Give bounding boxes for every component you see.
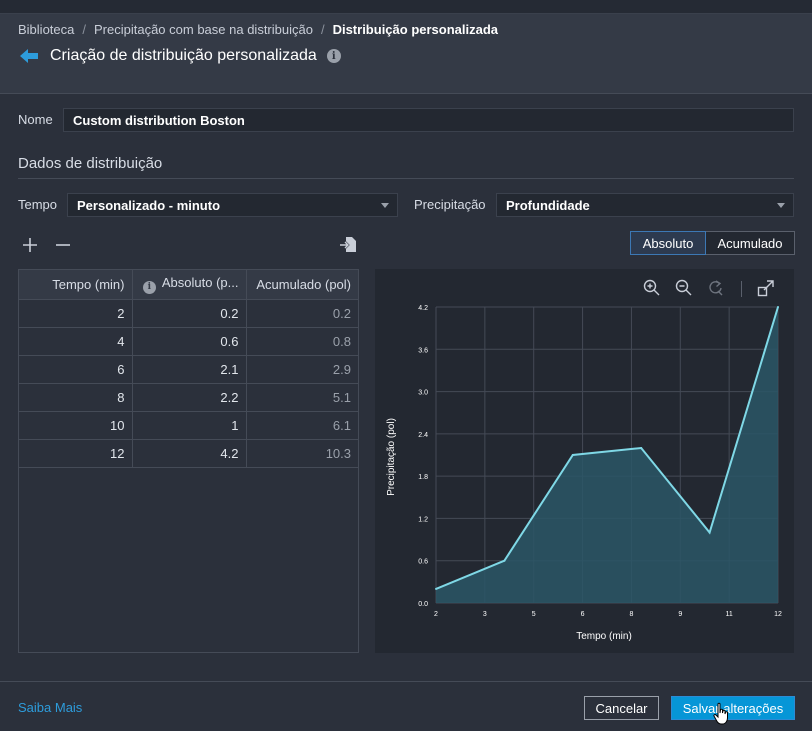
page-title: Criação de distribuição personalizada — [50, 47, 317, 64]
cell-acumulado: 0.2 — [246, 299, 358, 328]
y-tick-label: 3.6 — [418, 347, 428, 354]
cell-tempo[interactable]: 6 — [19, 355, 133, 384]
back-arrow-icon[interactable] — [18, 47, 42, 65]
learn-more-link[interactable]: Saiba Mais — [18, 700, 82, 715]
precipitacao-select[interactable]: Profundidade — [496, 193, 794, 217]
breadcrumb-separator: / — [82, 22, 86, 37]
data-point[interactable] — [708, 531, 711, 534]
table-row[interactable]: 10 1 6.1 — [19, 411, 358, 440]
x-tick-label: 12 — [774, 611, 782, 618]
cell-absoluto[interactable]: 4.2 — [132, 439, 247, 468]
breadcrumb-item-precipitacao[interactable]: Precipitação com base na distribuição — [94, 22, 313, 37]
hand-cursor-icon — [713, 702, 731, 726]
x-tick-label: 6 — [581, 611, 585, 618]
y-tick-label: 0.6 — [418, 559, 428, 566]
cell-tempo[interactable]: 8 — [19, 383, 133, 412]
y-axis-label: Precipitação (pol) — [386, 418, 397, 496]
cell-tempo[interactable]: 4 — [19, 327, 133, 356]
cancel-button[interactable]: Cancelar — [584, 696, 659, 720]
precipitacao-label: Precipitação — [414, 197, 486, 212]
column-header-absoluto-label: Absoluto (p... — [161, 275, 239, 290]
x-tick-label: 2 — [434, 611, 438, 618]
cell-acumulado: 0.8 — [246, 327, 358, 356]
toggle-acumulado[interactable]: Acumulado — [706, 231, 795, 255]
x-axis-label: Tempo (min) — [576, 631, 632, 642]
info-icon[interactable]: i — [142, 280, 156, 294]
title-row: Criação de distribuição personalizada i — [18, 47, 341, 65]
name-label: Nome — [18, 112, 53, 127]
info-icon[interactable]: i — [326, 49, 341, 63]
y-tick-label: 1.2 — [418, 516, 428, 523]
y-tick-label: 2.4 — [418, 432, 428, 439]
table-row[interactable]: 4 0.6 0.8 — [19, 327, 358, 356]
import-icon[interactable] — [340, 236, 356, 252]
table-row[interactable]: 8 2.2 5.1 — [19, 383, 358, 412]
breadcrumb-item-current: Distribuição personalizada — [332, 22, 499, 37]
precipitation-chart: 0.0 0.6 1.2 1.8 2.4 3.0 3.6 4.2 2 3 5 6 8 9 11 12 Preci… — [386, 305, 782, 642]
x-tick-label: 5 — [532, 611, 536, 618]
precipitacao-select-value: Profundidade — [506, 198, 590, 213]
y-tick-label: 3.0 — [418, 390, 428, 397]
breadcrumb-item-biblioteca[interactable]: Biblioteca — [18, 22, 74, 37]
table-row[interactable]: 2 0.2 0.2 — [19, 299, 358, 328]
cell-absoluto[interactable]: 2.1 — [132, 355, 247, 384]
y-tick-label: 0.0 — [418, 601, 428, 608]
add-row-icon[interactable] — [22, 237, 38, 253]
y-tick-label: 1.8 — [418, 474, 428, 481]
tempo-select[interactable]: Personalizado - minuto — [67, 193, 398, 217]
table-header-row: Tempo (min) i Absoluto (p... Acumulado (p… — [19, 270, 358, 300]
toggle-absoluto[interactable]: Absoluto — [630, 231, 706, 255]
table-row[interactable]: 12 4.2 10.3 — [19, 439, 358, 468]
cell-absoluto[interactable]: 1 — [132, 411, 247, 440]
x-tick-label: 9 — [678, 611, 682, 618]
y-tick-label: 4.2 — [418, 305, 428, 312]
mode-toggle: Absoluto Acumulado — [630, 231, 795, 255]
data-point[interactable] — [435, 587, 437, 590]
tempo-select-value: Personalizado - minuto — [77, 198, 221, 213]
cell-absoluto[interactable]: 0.2 — [132, 299, 247, 328]
chevron-down-icon — [777, 203, 785, 208]
section-divider — [18, 178, 794, 179]
table-row[interactable]: 6 2.1 2.9 — [19, 355, 358, 384]
cell-absoluto[interactable]: 0.6 — [132, 327, 247, 356]
x-tick-label: 8 — [629, 611, 633, 618]
column-header-acumulado[interactable]: Acumulado (pol) — [246, 270, 358, 300]
remove-row-icon[interactable] — [55, 237, 71, 253]
column-header-absoluto[interactable]: i Absoluto (p... — [132, 270, 247, 300]
data-point[interactable] — [503, 559, 506, 562]
cell-acumulado: 5.1 — [246, 383, 358, 412]
breadcrumb: Biblioteca / Precipitação com base na dist… — [18, 22, 498, 37]
data-point[interactable] — [571, 454, 574, 456]
save-button[interactable]: Salvar alterações — [671, 696, 795, 720]
section-title: Dados de distribuição — [18, 155, 163, 172]
window-top-edge — [0, 0, 812, 14]
area-fill — [436, 307, 778, 603]
data-point[interactable] — [777, 306, 779, 308]
cell-acumulado: 2.9 — [246, 355, 358, 384]
name-input[interactable]: Custom distribution Boston — [63, 108, 794, 132]
cell-tempo[interactable]: 2 — [19, 299, 133, 328]
cell-acumulado: 6.1 — [246, 411, 358, 440]
distribution-table: Tempo (min) i Absoluto (p... Acumulado (p… — [18, 269, 359, 653]
cell-tempo[interactable]: 10 — [19, 411, 133, 440]
chart-panel: 0.0 0.6 1.2 1.8 2.4 3.0 3.6 4.2 2 3 5 6 8 9 11 12 Preci… — [375, 269, 794, 653]
data-point[interactable] — [640, 446, 643, 449]
cell-acumulado: 10.3 — [246, 439, 358, 468]
x-tick-label: 3 — [483, 611, 487, 618]
breadcrumb-separator: / — [320, 22, 325, 37]
cell-tempo[interactable]: 12 — [19, 439, 133, 468]
x-tick-label: 11 — [726, 611, 733, 618]
tempo-label: Tempo — [18, 197, 58, 212]
cell-absoluto[interactable]: 2.2 — [132, 383, 247, 412]
column-header-tempo[interactable]: Tempo (min) — [19, 270, 133, 300]
chevron-down-icon — [381, 203, 389, 208]
